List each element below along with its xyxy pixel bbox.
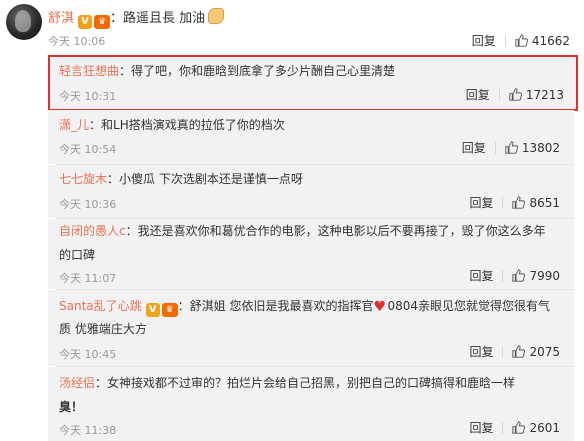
comment-card-highlighted: 轻言狂想曲：得了吧，你和鹿晗到底拿了多少片酬自己心里清楚 今天 10:31 回复… [48, 55, 578, 111]
like-count: 8651 [529, 196, 560, 210]
comment-text: ：舒淇姐 您依旧是我最喜欢的指挥官 [177, 299, 374, 313]
vip-badge-icon: V [145, 303, 160, 317]
comment-card: 汤经侣：女神接戏都不过审的？拍烂片会给自己招黑，别把自己的口碑搞得和鹿晗一样 臭… [48, 367, 574, 441]
comment-time: 今天 10:45 [59, 348, 117, 361]
comment-text: ：女神接戏都不过审的？拍烂片会给自己招黑，别把自己的口碑搞得和鹿晗一样 [95, 376, 516, 390]
like-count: 41662 [531, 34, 570, 48]
like-count: 7990 [529, 269, 560, 283]
avatar[interactable] [6, 4, 42, 40]
reply-button[interactable]: 回复 [466, 88, 490, 102]
thumbs-up-icon[interactable] [512, 196, 526, 209]
reply-button[interactable]: 回复 [469, 269, 493, 283]
comment-card: Santa乱了心跳 V ♛ ：舒淇姐 您依旧是我最喜欢的指挥官♥0804亲眼见您就觉得… [48, 290, 574, 366]
thumbs-up-icon[interactable] [505, 141, 518, 154]
reply-button[interactable]: 回复 [469, 196, 493, 210]
reply-button[interactable]: 回复 [472, 34, 496, 48]
comment-card: 自闭的愚人c：我还是喜欢你和葛优合作的电影，这种电影以后不要再接了，毁了你这么多… [48, 219, 574, 289]
comment-username[interactable]: Santa乱了心跳 [59, 299, 142, 313]
post-username[interactable]: 舒淇 [48, 11, 74, 26]
divider [504, 35, 506, 47]
comment-username[interactable]: 自闭的愚人c [59, 224, 126, 238]
thumbs-up-icon[interactable] [512, 345, 526, 358]
post-line: 舒淇 V ♛ ：路遥且長 加油 [48, 8, 225, 29]
comment-username[interactable]: 汤经侣 [59, 376, 95, 390]
flexed-biceps-icon [208, 8, 225, 24]
divider [502, 346, 504, 358]
comment-actions: 回复 7990 [469, 267, 560, 284]
crown-badge-icon: ♛ [161, 303, 178, 317]
vip-badge-icon: ♛ [94, 15, 111, 29]
comment-text-line2: 的口碑 [59, 248, 96, 262]
reply-button[interactable]: 回复 [469, 345, 493, 359]
post-actions: 回复 41662 [472, 30, 570, 49]
thumbs-up-icon[interactable] [509, 88, 522, 101]
comment-actions: 回复 8651 [469, 194, 560, 211]
heart-icon: ♥ [373, 299, 387, 315]
comment-text: ：得了吧，你和鹿晗到底拿了多少片酬自己心里清楚 [119, 64, 396, 78]
comment-text: ：我还是喜欢你和葛优合作的电影，这种电影以后不要再接了，毁了你这么多年 [125, 224, 546, 238]
comment-text: ：和LH搭档演戏真的拉低了你的档次 [89, 118, 285, 132]
comment-text: ：小傻瓜 下次选剧本还是谨慎一点呀 [107, 172, 303, 186]
comment-text-continued: 0804亲眼见您就觉得您很有气 [387, 299, 551, 313]
comment-text-line2: 臭！ [59, 400, 84, 414]
divider [494, 142, 496, 154]
like-count: 2075 [529, 345, 560, 359]
comment-time: 今天 10:54 [59, 143, 117, 156]
like-count: 13802 [521, 141, 560, 155]
comment-card: 潇_儿：和LH搭档演戏真的拉低了你的档次 今天 10:54 回复 13802 [48, 110, 574, 164]
comment-username[interactable]: 潇_儿 [59, 118, 89, 132]
reply-button[interactable]: 回复 [469, 421, 493, 435]
divider [502, 270, 504, 282]
comment-actions: 回复 13802 [462, 139, 560, 156]
comment-card: 七七旋木：小傻瓜 下次选剧本还是谨慎一点呀 今天 10:36 回复 8651 [48, 165, 574, 218]
thumbs-up-icon[interactable] [515, 34, 528, 47]
comment-username[interactable]: 轻言狂想曲 [59, 64, 119, 78]
comment-actions: 回复 17213 [466, 86, 564, 103]
verified-badge-icon: V [78, 15, 93, 29]
divider [498, 89, 500, 101]
comment-text-line2: 质 优雅端庄大方 [59, 322, 147, 336]
reply-button[interactable]: 回复 [462, 141, 486, 155]
like-count: 2601 [529, 421, 560, 435]
comment-time: 今天 11:38 [59, 424, 117, 437]
divider [502, 422, 504, 434]
comment-actions: 回复 2075 [469, 343, 560, 360]
comment-time: 今天 10:36 [59, 198, 117, 211]
like-count: 17213 [525, 88, 564, 102]
comment-time: 今天 11:07 [59, 272, 117, 285]
divider [502, 197, 504, 209]
comment-username[interactable]: 七七旋木 [59, 172, 107, 186]
post-text: ：路遥且長 加油 [110, 11, 206, 26]
post-time: 今天 10:06 [48, 35, 106, 48]
thumbs-up-icon[interactable] [512, 269, 526, 282]
comment-time: 今天 10:31 [59, 90, 117, 103]
comment-actions: 回复 2601 [469, 419, 560, 436]
thumbs-up-icon[interactable] [512, 421, 526, 434]
